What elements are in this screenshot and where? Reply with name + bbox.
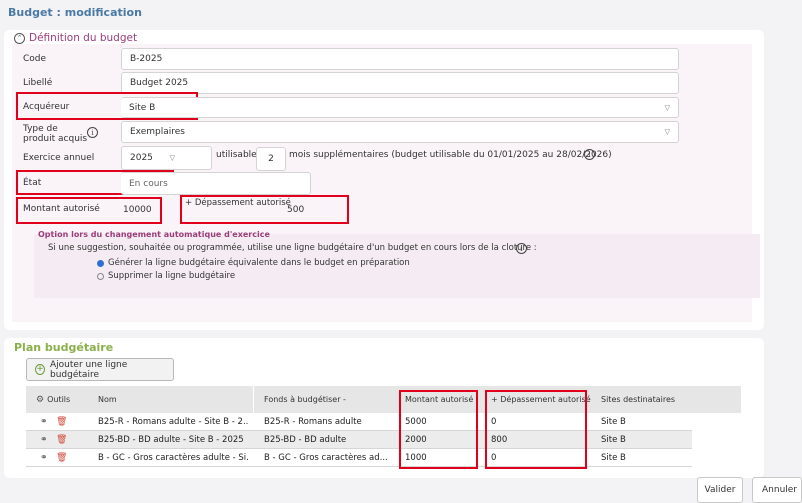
depassement-label: + Dépassement autorisé [185,198,291,208]
depassement-value: 500 [287,205,305,215]
add-budget-line-button[interactable]: + Ajouter une ligne budgétaire [26,358,174,381]
montant-label: Montant autorisé [23,204,100,214]
th-outils: ⚙ Outils [36,386,70,413]
trash-icon[interactable]: 🗑 [56,431,67,449]
montant-value: 10000 [123,205,152,215]
chevron-down-icon: ▽ [169,154,175,162]
plan-title: Plan budgétaire [14,341,114,354]
th-fonds[interactable]: Fonds à budgétiser - [264,386,346,413]
link-icon[interactable]: ⚭ [40,413,48,431]
info-icon[interactable]: i [584,149,595,160]
depassement-column-highlight [485,390,587,469]
plus-circle-icon: + [35,364,46,375]
option-title: Option lors du changement automatique d'… [38,230,270,239]
chevron-down-icon: ▽ [664,103,670,112]
definition-section-header[interactable]: ⌃ Définition du budget [14,32,137,44]
radio-selected-icon[interactable] [97,259,104,267]
libelle-input[interactable]: Budget 2025 [121,72,679,94]
cancel-button[interactable]: Annuler [752,477,802,503]
exercice-label: Exercice annuel [23,153,95,163]
code-label: Code [23,54,47,64]
months-input[interactable]: 2 [256,147,286,171]
etat-field: En cours [121,172,311,195]
link-icon[interactable]: ⚭ [40,431,48,449]
page-title: Budget : modification [8,6,142,19]
code-value: B-2025 [130,54,163,64]
months-text: mois supplémentaires (budget utilisable … [289,150,612,160]
table-header: ⚙ Outils Nom Fonds à budgétiser - Montan… [26,386,741,413]
cell-fonds: B25-BD - BD adulte [264,435,347,445]
montant-input[interactable]: 10000 [121,200,159,220]
column-divider [253,386,254,413]
validate-button[interactable]: Valider [697,477,743,503]
months-value: 2 [268,154,274,164]
cell-sites: Site B [601,453,626,463]
gear-icon: ⚙ [36,394,45,405]
cell-fonds: B25-R - Romans adulte [264,417,362,427]
cell-sites: Site B [601,435,626,445]
cell-nom: B25-R - Romans adulte - Site B - 2... [98,417,248,427]
definition-section-title: Définition du budget [29,32,138,44]
code-input[interactable]: B-2025 [121,48,679,70]
trash-icon[interactable]: 🗑 [56,413,67,431]
cell-nom: B - GC - Gros caractères adulte - Si... [98,453,248,463]
etat-label: État [23,178,42,188]
info-icon[interactable]: i [516,243,527,254]
libelle-label: Libellé [23,78,53,88]
type-produit-label: Type de produit acquis [23,124,87,144]
cell-sites: Site B [601,417,626,427]
option-choice-label: Supprimer la ligne budgétaire [108,271,236,281]
type-produit-value: Exemplaires [130,127,185,137]
option-choice-label: Générer la ligne budgétaire équivalente … [108,258,410,268]
collapse-icon[interactable]: ⌃ [14,32,25,44]
type-produit-select[interactable]: Exemplaires ▽ [121,121,679,143]
link-icon[interactable]: ⚭ [40,449,48,467]
th-sites[interactable]: Sites destinataires [601,386,675,413]
add-budget-line-label: Ajouter une ligne budgétaire [50,359,128,380]
option-question: Si une suggestion, souhaitée ou programm… [48,243,537,253]
chevron-down-icon: ▽ [664,128,670,136]
table-row: ⚭ 🗑 B25-R - Romans adulte - Site B - 2..… [26,413,692,431]
acquereur-label: Acquéreur [23,102,70,112]
radio-unselected-icon[interactable] [97,272,104,280]
trash-icon[interactable]: 🗑 [56,449,67,467]
depassement-input[interactable]: 500 [285,201,345,219]
option-radio-delete[interactable]: Supprimer la ligne budgétaire [97,271,235,281]
utilisable-label: utilisable [216,150,257,160]
info-icon[interactable]: i [87,127,98,138]
acquereur-select[interactable]: Site B ▽ [121,97,679,118]
type-produit-label-line1: Type de [23,124,58,134]
type-produit-label-line2: produit acquis [23,134,88,144]
th-outils-label: Outils [47,395,71,404]
table-row: ⚭ 🗑 B - GC - Gros caractères adulte - Si… [26,449,692,467]
libelle-value: Budget 2025 [130,78,189,88]
acquereur-value: Site B [129,102,156,113]
etat-value: En cours [129,178,168,189]
montant-column-highlight [399,390,478,469]
option-radio-generate[interactable]: Générer la ligne budgétaire équivalente … [97,258,410,268]
table-row: ⚭ 🗑 B25-BD - BD adulte - Site B - 2025 B… [26,431,692,449]
cell-fonds: B - GC - Gros caractères ad... [264,453,388,463]
th-nom[interactable]: Nom [98,386,117,413]
exercice-year-select[interactable]: 2025 ▽ [121,146,212,170]
exercice-year-value: 2025 [130,153,153,163]
cell-nom: B25-BD - BD adulte - Site B - 2025 [98,435,244,445]
